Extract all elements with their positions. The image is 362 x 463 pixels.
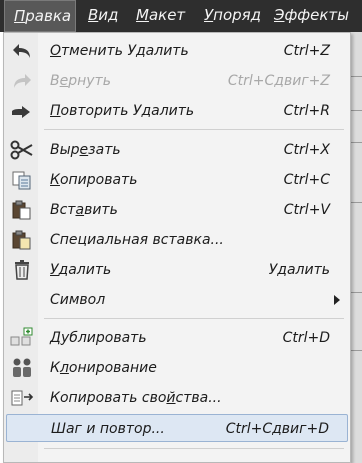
menu-edit[interactable]: Правка	[4, 0, 76, 32]
menu-item-symbol[interactable]: Символ	[6, 286, 348, 314]
menu-item-label: Вставить	[50, 202, 118, 218]
shortcut-label: Ctrl+D	[282, 330, 330, 346]
shortcut-label: Ctrl+R	[283, 103, 330, 119]
menu-item-label: Символ	[50, 292, 106, 308]
edit-menu-dropdown: Отменить Удалить Ctrl+Z Вернуть Ctrl+Сдв…	[3, 32, 351, 463]
menu-item-label: Дублировать	[50, 330, 147, 346]
trash-icon	[10, 260, 34, 280]
menu-effects[interactable]: Эффекты	[274, 0, 349, 32]
menu-item-repeat[interactable]: Повторить Удалить Ctrl+R	[6, 97, 348, 125]
shortcut-label: Удалить	[268, 262, 330, 278]
repeat-icon	[10, 101, 34, 121]
clone-people-icon	[10, 358, 34, 378]
menu-item-label: Вернуть	[50, 73, 111, 89]
menu-item-paste-special[interactable]: Специальная вставка...	[6, 226, 348, 254]
menu-item-label: Копировать свойства...	[50, 390, 222, 406]
undo-icon	[10, 41, 34, 61]
copy-properties-icon	[10, 388, 34, 408]
paste-special-icon	[10, 230, 34, 250]
menu-item-paste[interactable]: Вставить Ctrl+V	[6, 196, 348, 224]
shortcut-label: Ctrl+Сдвиг+D	[225, 421, 329, 437]
shortcut-label: Ctrl+Z	[283, 43, 330, 59]
menu-item-copy[interactable]: Копировать Ctrl+C	[6, 166, 348, 194]
menu-item-label: Специальная вставка...	[50, 232, 224, 248]
menu-item-label: Шаг и повтор...	[51, 421, 165, 437]
menu-item-label: Удалить	[50, 262, 112, 278]
menu-item-delete[interactable]: Удалить Удалить	[6, 256, 348, 284]
menu-item-label: Копировать	[50, 172, 138, 188]
submenu-arrow-icon	[334, 295, 340, 305]
redo-icon	[10, 71, 34, 91]
shortcut-label: Ctrl+X	[283, 142, 330, 158]
copy-icon	[10, 170, 34, 190]
menu-item-step-repeat[interactable]: Шаг и повтор... Ctrl+Сдвиг+D	[6, 414, 348, 442]
menu-separator	[44, 318, 344, 319]
shortcut-label: Ctrl+V	[283, 202, 330, 218]
menu-item-copy-properties[interactable]: Копировать свойства...	[6, 384, 348, 412]
menu-item-cut[interactable]: Вырезать Ctrl+X	[6, 136, 348, 164]
menu-item-label: Повторить Удалить	[50, 103, 195, 119]
menu-separator	[44, 448, 344, 449]
menu-item-label: Клонирование	[50, 360, 157, 376]
menu-item-duplicate[interactable]: Дублировать Ctrl+D	[6, 324, 348, 352]
menu-separator	[44, 129, 344, 130]
menu-item-label: Отменить Удалить	[50, 43, 189, 59]
paste-icon	[10, 200, 34, 220]
shortcut-label: Ctrl+Сдвиг+Z	[227, 73, 330, 89]
scissors-icon	[10, 140, 34, 160]
menu-layout[interactable]: Макет	[136, 0, 185, 32]
menu-item-undo[interactable]: Отменить Удалить Ctrl+Z	[6, 37, 348, 65]
menu-item-redo[interactable]: Вернуть Ctrl+Сдвиг+Z	[6, 67, 348, 95]
menu-item-label: Вырезать	[50, 142, 121, 158]
menu-bar: Правка Вид Макет Упоряд Эффекты	[0, 0, 362, 32]
menu-arrange[interactable]: Упоряд	[204, 0, 261, 32]
menu-view[interactable]: Вид	[88, 0, 118, 32]
menu-item-clone[interactable]: Клонирование	[6, 354, 348, 382]
duplicate-icon	[10, 327, 34, 348]
shortcut-label: Ctrl+C	[283, 172, 330, 188]
